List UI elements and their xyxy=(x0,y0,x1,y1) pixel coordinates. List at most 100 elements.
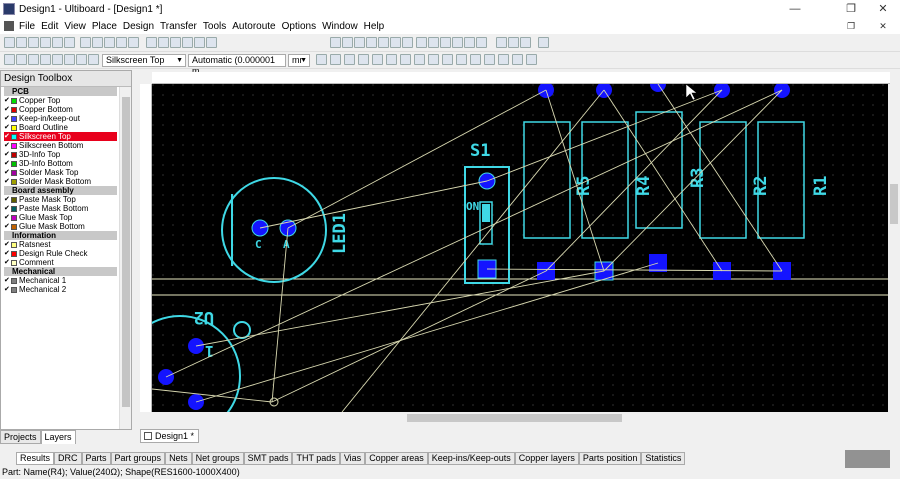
tab-layers[interactable]: Layers xyxy=(40,430,76,444)
toolbar-button[interactable] xyxy=(428,37,439,48)
layer-item[interactable]: ✔ Silkscreen Top xyxy=(4,132,117,141)
toolbar-button[interactable] xyxy=(344,54,355,65)
toolbar-button[interactable] xyxy=(508,37,519,48)
layer-item[interactable]: ✔ Silkscreen Bottom xyxy=(4,141,117,150)
layer-item[interactable]: ✔ Copper Top xyxy=(4,96,117,105)
spreadsheet-tab[interactable]: Copper layers xyxy=(514,452,579,465)
checkbox-icon[interactable]: ✔ xyxy=(4,169,10,176)
toolbar-button[interactable] xyxy=(28,37,39,48)
checkbox-icon[interactable]: ✔ xyxy=(4,214,10,221)
toolbar-button[interactable] xyxy=(442,54,453,65)
checkbox-icon[interactable]: ✔ xyxy=(4,223,10,230)
toolbar-button[interactable] xyxy=(428,54,439,65)
menu-options[interactable]: Options xyxy=(279,21,319,32)
toolbar-button[interactable] xyxy=(456,54,467,65)
spreadsheet-tab[interactable]: Vias xyxy=(339,452,366,465)
toolbar-button[interactable] xyxy=(76,54,87,65)
toolbar-button[interactable] xyxy=(40,37,51,48)
layer-item[interactable]: ✔ Paste Mask Top xyxy=(4,195,117,204)
layer-item[interactable]: ✔ Paste Mask Bottom xyxy=(4,204,117,213)
toolbar-button[interactable] xyxy=(496,37,507,48)
toolbar-button[interactable] xyxy=(498,54,509,65)
grid-select[interactable]: Automatic (0.000001 m xyxy=(188,54,286,76)
checkbox-icon[interactable]: ✔ xyxy=(4,241,10,248)
toolbar-button[interactable] xyxy=(526,54,537,65)
toolbar-button[interactable] xyxy=(88,54,99,65)
spreadsheet-tab[interactable]: Nets xyxy=(165,452,192,465)
layer-item[interactable]: ✔ Glue Mask Bottom xyxy=(4,222,117,231)
menu-edit[interactable]: Edit xyxy=(38,21,61,32)
spreadsheet-tab[interactable]: Results xyxy=(16,452,55,465)
toolbar-button[interactable] xyxy=(386,54,397,65)
toolbar-button[interactable] xyxy=(146,37,157,48)
spreadsheet-tab[interactable]: Net groups xyxy=(191,452,244,465)
spreadsheet-tab[interactable]: THT pads xyxy=(292,452,340,465)
toolbar-button[interactable] xyxy=(512,54,523,65)
close-button[interactable]: ✕ xyxy=(866,0,900,18)
tab-projects[interactable]: Projects xyxy=(0,430,41,444)
checkbox-icon[interactable]: ✔ xyxy=(4,259,10,266)
spreadsheet-tab[interactable]: Copper areas xyxy=(365,452,428,465)
toolbar-button[interactable] xyxy=(4,37,15,48)
spreadsheet-tab[interactable]: Part groups xyxy=(110,452,166,465)
menu-transfer[interactable]: Transfer xyxy=(157,21,200,32)
checkbox-icon[interactable]: ✔ xyxy=(4,286,10,293)
toolbar-button[interactable] xyxy=(378,37,389,48)
layer-item[interactable]: ✔ Board Outline xyxy=(4,123,117,132)
menu-file[interactable]: File xyxy=(16,21,38,32)
toolbar-button[interactable] xyxy=(28,54,39,65)
canvas-horizontal-scrollbar[interactable] xyxy=(152,412,888,424)
pcb-canvas[interactable]: R5 R4 R3 R2 R1 S1 ON LED1 C A U2 1 xyxy=(152,84,888,412)
toolbar-button[interactable] xyxy=(64,54,75,65)
toolbar-button[interactable] xyxy=(470,54,481,65)
checkbox-icon[interactable]: ✔ xyxy=(4,160,10,167)
toolbar-button[interactable] xyxy=(80,37,91,48)
layer-item[interactable]: ✔ Design Rule Check xyxy=(4,249,117,258)
canvas-vertical-scrollbar[interactable] xyxy=(888,84,900,412)
toolbar-button[interactable] xyxy=(342,37,353,48)
layer-item[interactable]: ✔ Copper Bottom xyxy=(4,105,117,114)
checkbox-icon[interactable]: ✔ xyxy=(4,196,10,203)
toolbar-button[interactable] xyxy=(116,37,127,48)
spreadsheet-tab[interactable]: Parts position xyxy=(578,452,642,465)
toolbox-scrollbar[interactable] xyxy=(119,87,131,429)
toolbar-button[interactable] xyxy=(40,54,51,65)
toolbar-button[interactable] xyxy=(464,37,475,48)
checkbox-icon[interactable]: ✔ xyxy=(4,97,10,104)
menu-window[interactable]: Window xyxy=(319,21,361,32)
checkbox-icon[interactable]: ✔ xyxy=(4,106,10,113)
checkbox-icon[interactable]: ✔ xyxy=(4,115,10,122)
layer-item[interactable]: ✔ Mechanical 1 xyxy=(4,276,117,285)
layer-item[interactable]: ✔ Mechanical 2 xyxy=(4,285,117,294)
toolbar-button[interactable] xyxy=(538,37,549,48)
spreadsheet-tab[interactable]: Keep-ins/Keep-outs xyxy=(427,452,515,465)
toolbar-button[interactable] xyxy=(354,37,365,48)
toolbar-button[interactable] xyxy=(158,37,169,48)
menu-place[interactable]: Place xyxy=(89,21,120,32)
toolbar-button[interactable] xyxy=(416,37,427,48)
toolbar-button[interactable] xyxy=(316,54,327,65)
layer-select[interactable]: Silkscreen Top ▼ xyxy=(102,54,186,67)
menu-tools[interactable]: Tools xyxy=(200,21,229,32)
toolbar-button[interactable] xyxy=(194,37,205,48)
mdi-close-icon[interactable]: ✕ xyxy=(866,17,900,35)
layer-item[interactable]: ✔ Keep-in/keep-out xyxy=(4,114,117,123)
toolbar-button[interactable] xyxy=(372,54,383,65)
toolbar-button[interactable] xyxy=(16,54,27,65)
toolbar-button[interactable] xyxy=(402,37,413,48)
layer-item[interactable]: ✔ Comment xyxy=(4,258,117,267)
layer-item[interactable]: ✔ Solder Mask Top xyxy=(4,168,117,177)
layer-item[interactable]: ✔ 3D-Info Top xyxy=(4,150,117,159)
toolbar-button[interactable] xyxy=(52,37,63,48)
toolbar-button[interactable] xyxy=(92,37,103,48)
checkbox-icon[interactable]: ✔ xyxy=(4,124,10,131)
checkbox-icon[interactable]: ✔ xyxy=(4,205,10,212)
spreadsheet-tab[interactable]: SMT pads xyxy=(243,452,293,465)
spreadsheet-tab[interactable]: Parts xyxy=(81,452,111,465)
checkbox-icon[interactable]: ✔ xyxy=(4,277,10,284)
toolbar-button[interactable] xyxy=(52,54,63,65)
toolbar-button[interactable] xyxy=(414,54,425,65)
toolbar-button[interactable] xyxy=(520,37,531,48)
menu-design[interactable]: Design xyxy=(120,21,157,32)
spreadsheet-tab[interactable]: Statistics xyxy=(641,452,686,465)
